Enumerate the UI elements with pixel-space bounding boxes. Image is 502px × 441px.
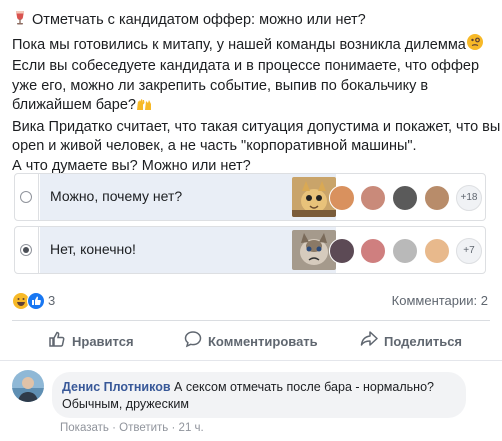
avatar[interactable] [360,238,386,264]
raised-hands-icon [136,97,152,118]
avatar[interactable] [392,185,418,211]
separator-dot: · [112,422,116,434]
comment-bubble: Денис Плотников А сексом отмечать после … [52,372,466,418]
divider [0,360,502,361]
comment-author-link[interactable]: Денис Плотников [62,380,171,394]
poll-radio-1[interactable] [20,191,32,203]
radio-cell [15,174,39,220]
more-voters-badge[interactable]: +7 [456,238,482,264]
share-icon [360,331,378,346]
comment-timestamp[interactable]: 21 ч. [179,422,204,434]
like-button[interactable]: Нравится [48,330,148,352]
comment-button[interactable]: Комментировать [184,330,334,352]
poll-result-bar-1: Можно, почему нет? [40,174,336,220]
post-line-7: open и живой человек, а не часть "корпор… [12,138,417,154]
radio-cell [15,227,39,273]
poll-result-bar-2: Нет, конечно! [40,227,336,273]
show-translation-link[interactable]: Показать [60,422,109,434]
more-voters-badge[interactable]: +18 [456,185,482,211]
avatar[interactable] [392,238,418,264]
comment-text-1: А сексом отмечать после бара - нормально… [174,380,434,394]
reaction-count: 3 [48,293,56,308]
separator-dot: · [171,422,176,434]
comment-meta: Показать · Ответить · 21 ч. [60,422,204,434]
poll-option-1[interactable]: Можно, почему нет? +18 [14,173,486,221]
divider [12,320,490,321]
poll-option-label-2: Нет, конечно! [50,241,136,257]
post-line-6: Вика Придатко считает, что такая ситуаци… [12,118,501,135]
post-line-2: Пока мы готовились к митапу, у нашей ком… [12,33,496,58]
thinking-face-icon [466,33,484,58]
avatar[interactable] [424,238,450,264]
reply-link[interactable]: Ответить [119,422,168,434]
commenter-avatar[interactable] [12,370,44,402]
thumbs-up-icon [49,331,65,347]
comment-icon [184,331,202,348]
avatar[interactable] [424,185,450,211]
post-line-3: Если вы собеседуете кандидата и в процес… [12,58,480,74]
like-reaction-icon [27,292,45,310]
post-text: Отметчать с кандидатом оффер: можно или … [12,10,501,176]
avatar[interactable] [329,238,355,264]
avatar[interactable] [360,185,386,211]
poll-option-label-1: Можно, почему нет? [50,188,183,204]
post-line-4: уже его, можно ли закрепить событие, вып… [12,77,429,94]
post-line-5: ближайшем баре? [12,96,496,118]
share-button[interactable]: Поделиться [360,330,470,352]
wine-glass-icon [12,10,28,33]
comment-text-2: Обычным, дружеским [62,397,189,411]
post-line-1: Отметчать с кандидатом оффер: можно или … [12,10,496,33]
poll-radio-2[interactable] [20,244,32,256]
poll-option-2[interactable]: Нет, конечно! +7 [14,226,486,274]
comments-count-link[interactable]: Комментарии: 2 [392,293,488,308]
avatar[interactable] [329,185,355,211]
